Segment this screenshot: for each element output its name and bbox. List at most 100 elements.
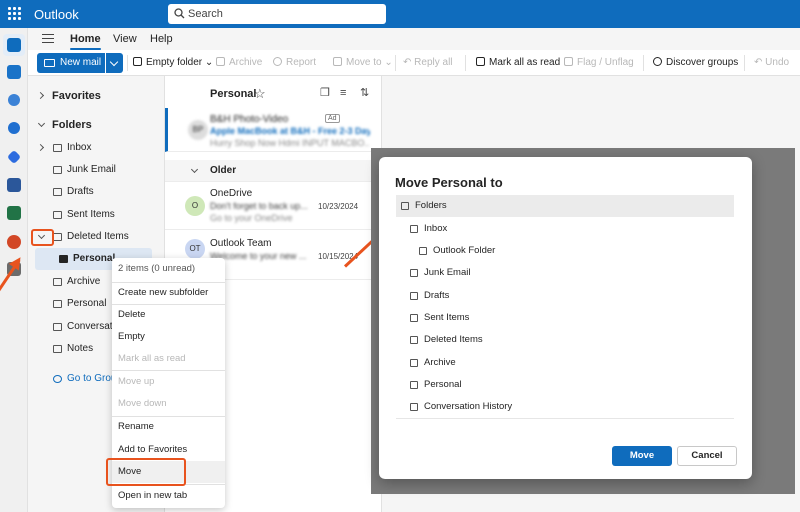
tree-item-sent[interactable]: Sent Items xyxy=(396,307,734,329)
tree-item-junk[interactable]: Junk Email xyxy=(396,262,734,284)
chevron-right-icon xyxy=(36,143,45,152)
note-icon xyxy=(53,345,62,353)
groups-icon xyxy=(653,57,662,66)
favorites-section[interactable]: Favorites xyxy=(28,85,164,107)
tree-item-inbox[interactable]: Inbox xyxy=(396,218,734,240)
app-launcher-icon[interactable] xyxy=(8,7,21,20)
tree-label: Deleted Items xyxy=(424,334,483,345)
star-icon[interactable]: ☆ xyxy=(254,86,266,102)
flag-unflag-button[interactable]: Flag / Unflag xyxy=(564,57,634,68)
avatar: OT xyxy=(185,239,205,259)
chevron-down-icon xyxy=(190,165,199,174)
menu-open-new-tab[interactable]: Open in new tab xyxy=(112,485,225,507)
powerpoint-icon[interactable] xyxy=(7,235,21,249)
tree-item-personal[interactable]: Personal xyxy=(396,374,734,396)
people-icon[interactable] xyxy=(8,94,20,106)
junk-icon xyxy=(410,269,418,277)
ribbon-tabs: Home View Help xyxy=(28,28,800,50)
move-to-button[interactable]: Move to ⌄ xyxy=(333,57,393,68)
archive-icon xyxy=(216,57,225,66)
menu-mark-all-read[interactable]: Mark all as read xyxy=(112,348,225,370)
tree-item-deleted[interactable]: Deleted Items xyxy=(396,329,734,351)
search-placeholder: Search xyxy=(188,8,223,20)
ribbon-toolbar: New mail Empty folder ⌄ Archive Report M… xyxy=(28,50,800,76)
groups-icon[interactable] xyxy=(8,122,20,134)
undo-button[interactable]: ↶ Undo xyxy=(754,57,789,68)
tree-label: Folders xyxy=(415,200,447,211)
tree-item-folders[interactable]: Folders xyxy=(396,195,734,217)
junk-label: Junk Email xyxy=(67,164,116,175)
new-mail-dropdown-button[interactable] xyxy=(106,53,123,73)
menu-info: 2 items (0 unread) xyxy=(118,263,196,274)
folder-inbox[interactable]: Inbox xyxy=(28,137,164,159)
pencil-icon xyxy=(410,292,418,300)
flag-unflag-label: Flag / Unflag xyxy=(577,57,634,68)
folder-icon xyxy=(401,202,409,210)
tree-label: Drafts xyxy=(424,290,450,301)
tree-item-outlook-folder[interactable]: Outlook Folder xyxy=(396,240,734,262)
inbox-icon xyxy=(53,144,62,152)
report-button[interactable]: Report xyxy=(273,57,316,68)
menu-move-down[interactable]: Move down xyxy=(112,393,225,415)
message-sender: Outlook Team xyxy=(210,238,272,249)
cancel-button[interactable]: Cancel xyxy=(677,446,737,466)
tab-view[interactable]: View xyxy=(113,33,137,45)
archive-label: Archive xyxy=(229,57,263,68)
annotation-highlight-move xyxy=(106,458,186,486)
personal-sub-label: Personal xyxy=(73,253,116,264)
undo-icon: ↶ xyxy=(754,57,766,68)
select-icon[interactable]: ❐ xyxy=(320,88,330,99)
menu-rename[interactable]: Rename xyxy=(112,416,225,438)
folder-junk[interactable]: Junk Email xyxy=(28,159,164,181)
mark-all-read-button[interactable]: Mark all as read xyxy=(476,57,560,68)
junk-icon xyxy=(53,166,62,174)
filter-icon[interactable]: ≡ xyxy=(340,88,350,99)
message-subject: Welcome to your new ... xyxy=(210,251,307,261)
empty-folder-button[interactable]: Empty folder ⌄ xyxy=(133,57,213,68)
reply-all-button[interactable]: ↶ Reply all xyxy=(403,57,453,68)
app-title[interactable]: Outlook xyxy=(34,7,79,22)
tab-help[interactable]: Help xyxy=(150,33,173,45)
excel-icon[interactable] xyxy=(7,206,21,220)
mail-read-icon xyxy=(476,57,485,66)
message-item[interactable]: O OneDrive Don't forget to back up... Go… xyxy=(165,182,381,230)
older-group-header[interactable]: Older xyxy=(165,160,381,182)
mark-all-read-label: Mark all as read xyxy=(489,57,561,68)
message-item[interactable]: BP B&H Photo-Video Apple MacBook at B&H … xyxy=(165,108,381,152)
menu-empty[interactable]: Empty xyxy=(112,326,225,348)
folders-section[interactable]: Folders xyxy=(28,114,164,136)
archive-button[interactable]: Archive xyxy=(216,57,262,68)
todo-icon[interactable] xyxy=(6,149,22,165)
menu-move-up[interactable]: Move up xyxy=(112,371,225,393)
menu-create-subfolder[interactable]: Create new subfolder xyxy=(112,282,225,304)
folder-sent[interactable]: Sent Items xyxy=(28,204,164,226)
move-button[interactable]: Move xyxy=(612,446,672,466)
tree-item-conversation[interactable]: Conversation History xyxy=(396,396,734,418)
move-folder-dialog: Move Personal to Folders Inbox Outlook F… xyxy=(379,157,752,479)
move-to-label: Move to xyxy=(346,57,382,68)
folder-icon xyxy=(410,381,418,389)
calendar-icon[interactable] xyxy=(7,65,21,79)
ribbon-divider xyxy=(395,55,396,71)
tab-home[interactable]: Home xyxy=(70,33,101,50)
discover-groups-label: Discover groups xyxy=(666,57,739,68)
tree-item-drafts[interactable]: Drafts xyxy=(396,285,734,307)
folder-drafts[interactable]: Drafts xyxy=(28,181,164,203)
menu-icon[interactable] xyxy=(42,34,54,43)
new-mail-button[interactable]: New mail xyxy=(37,53,105,73)
chevron-down-icon xyxy=(37,119,46,128)
tree-label: Conversation History xyxy=(424,401,513,412)
message-subject: Apple MacBook at B&H - Free 2-3 Day I xyxy=(210,126,370,136)
pencil-icon xyxy=(53,188,62,196)
mail-icon[interactable] xyxy=(7,38,21,52)
menu-delete[interactable]: Delete xyxy=(112,304,225,326)
tree-item-archive[interactable]: Archive xyxy=(396,352,734,374)
discover-groups-button[interactable]: Discover groups xyxy=(653,57,738,68)
search-icon xyxy=(174,8,185,19)
word-icon[interactable] xyxy=(7,178,21,192)
sort-icon[interactable]: ⇅ xyxy=(360,88,370,99)
shield-icon xyxy=(273,57,282,66)
mail-compose-icon xyxy=(44,59,55,67)
search-input[interactable]: Search xyxy=(168,4,386,24)
dialog-title: Move Personal to xyxy=(395,175,503,190)
